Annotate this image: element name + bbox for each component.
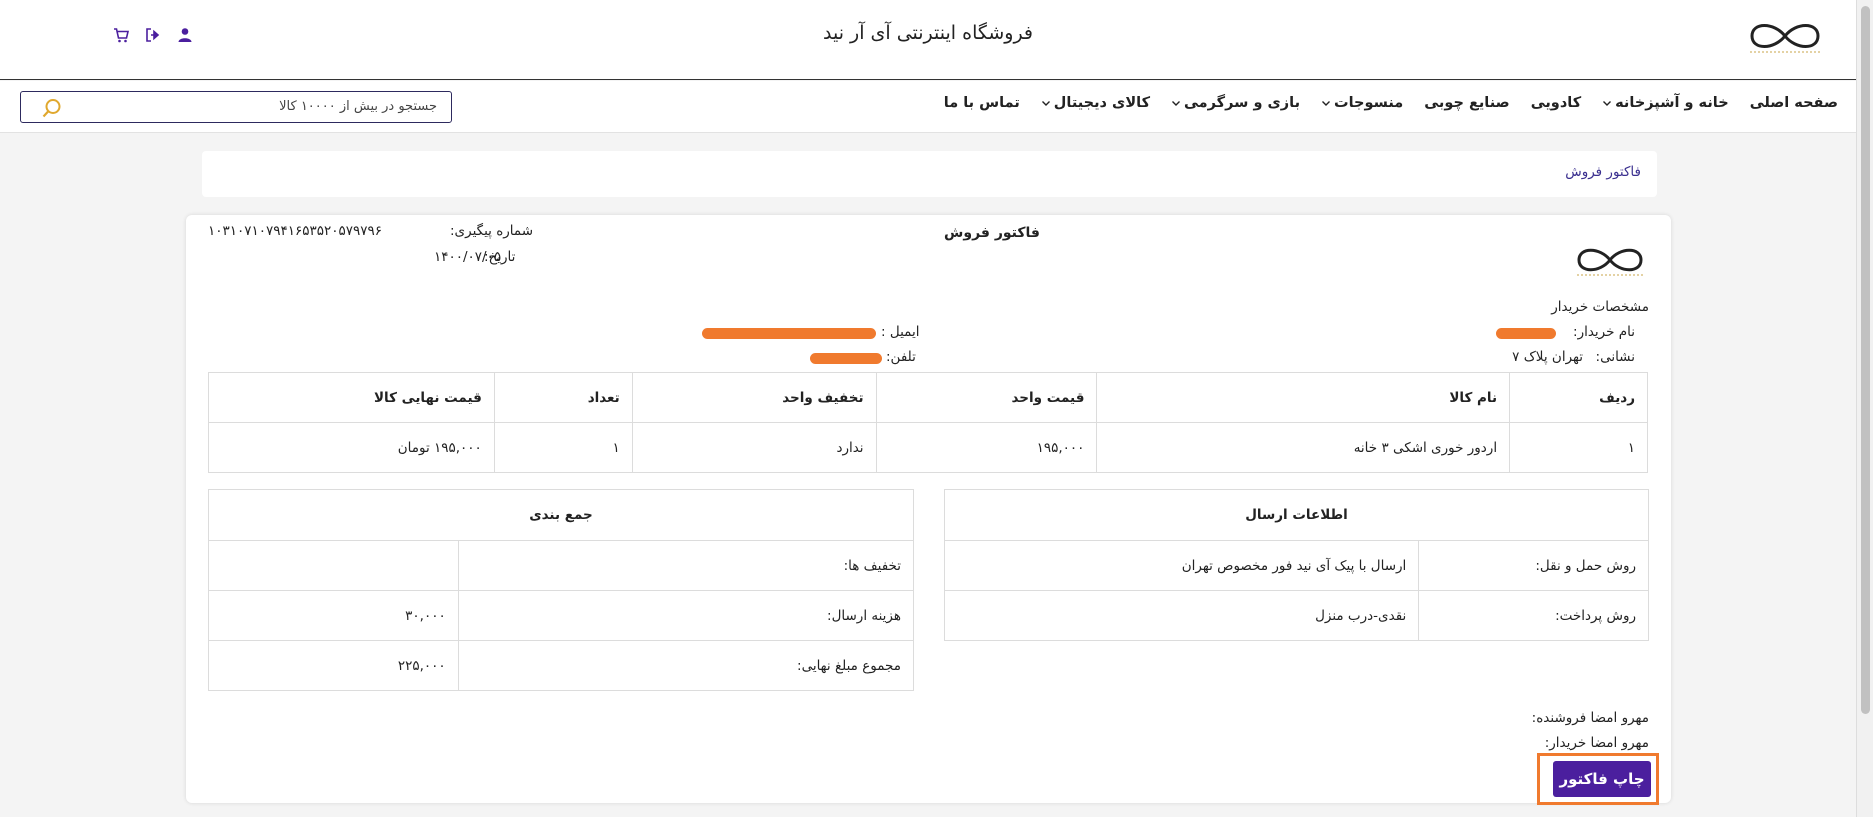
summary-table: جمع بندی تخفیف ها: هزینه ارسال: ۳۰,۰۰۰ م… bbox=[208, 489, 915, 691]
print-button-highlight: چاپ فاکتور bbox=[1537, 753, 1659, 805]
buyer-signature-label: مهرو امضا خریدار: bbox=[1544, 735, 1649, 751]
user-icon[interactable] bbox=[176, 26, 194, 44]
seller-signature-label: مهرو امضا فروشنده: bbox=[1531, 710, 1649, 726]
breadcrumb[interactable]: فاکتور فروش bbox=[1565, 164, 1641, 180]
col-quantity: تعداد bbox=[493, 372, 633, 423]
email-label: ایمیل : bbox=[881, 324, 920, 340]
redacted-buyer-name bbox=[1496, 328, 1556, 339]
scrollbar-thumb[interactable] bbox=[1861, 6, 1870, 714]
col-final-price: قیمت نهایی کالا bbox=[208, 372, 495, 423]
search-input[interactable] bbox=[87, 92, 437, 121]
shipping-cost-label: هزینه ارسال: bbox=[457, 590, 915, 641]
table-row: روش حمل و نقل: ارسال با پیک آی نید فور م… bbox=[943, 540, 1649, 591]
payment-method-value: نقدی-درب منزل bbox=[943, 590, 1420, 641]
tracking-number: ۱۰۳۱۰۷۱۰۷۹۴۱۶۵۳۵۲۰۵۷۹۷۹۶ bbox=[208, 223, 383, 239]
shipping-heading: اطلاعات ارسال bbox=[944, 489, 1649, 541]
discounts-value bbox=[208, 540, 459, 591]
table-row: مجموع مبلغ نهایی: ۲۲۵,۰۰۰ bbox=[208, 640, 915, 691]
nav-item-gifts[interactable]: کادویی bbox=[1531, 95, 1581, 111]
nav-item-woodwork[interactable]: صنایع چوبی bbox=[1424, 95, 1509, 111]
chevron-down-icon bbox=[1603, 101, 1612, 106]
breadcrumb-card: فاکتور فروش bbox=[202, 151, 1657, 197]
discounts-label: تخفیف ها: bbox=[457, 540, 915, 591]
nav-item-home[interactable]: صفحه اصلی bbox=[1750, 95, 1838, 111]
search-icon[interactable] bbox=[41, 97, 63, 119]
buyer-name-label: نام خریدار: bbox=[1573, 324, 1635, 340]
table-row: تخفیف ها: bbox=[208, 540, 915, 591]
col-row-number: ردیف bbox=[1509, 372, 1648, 423]
logout-icon[interactable] bbox=[144, 26, 162, 44]
redacted-email bbox=[702, 328, 876, 339]
col-product-name: نام کالا bbox=[1096, 372, 1511, 423]
shipping-method-value: ارسال با پیک آی نید فور مخصوص تهران bbox=[943, 540, 1420, 591]
cell-unit-price: ۱۹۵,۰۰۰ bbox=[875, 422, 1098, 473]
chevron-down-icon bbox=[1322, 101, 1331, 106]
page-scrollbar[interactable] bbox=[1856, 0, 1873, 817]
search-box bbox=[20, 91, 452, 123]
tracking-label: شماره پیگیری: bbox=[450, 223, 534, 239]
items-header-row: ردیف نام کالا قیمت واحد تخفیف واحد تعداد… bbox=[208, 372, 1648, 423]
items-table: ردیف نام کالا قیمت واحد تخفیف واحد تعداد… bbox=[208, 372, 1648, 473]
cell-final-price: ۱۹۵,۰۰۰ تومان bbox=[208, 422, 495, 473]
payment-method-label: روش پرداخت: bbox=[1418, 590, 1649, 641]
nav-item-games[interactable]: بازی و سرگرمی bbox=[1171, 95, 1300, 111]
nav-item-contact[interactable]: تماس با ما bbox=[944, 95, 1020, 111]
chevron-down-icon bbox=[1041, 101, 1050, 106]
table-row: هزینه ارسال: ۳۰,۰۰۰ bbox=[208, 590, 915, 641]
nav-item-digital[interactable]: کالای دیجیتال bbox=[1041, 95, 1150, 111]
shipping-cost-value: ۳۰,۰۰۰ bbox=[208, 590, 459, 641]
site-header: فروشگاه اینترنتی آی آر نید bbox=[0, 0, 1856, 80]
cart-icon[interactable] bbox=[112, 26, 130, 44]
address-value: تهران پلاک ۷ bbox=[1512, 349, 1583, 365]
shipping-method-label: روش حمل و نقل: bbox=[1418, 540, 1649, 591]
cell-product-name: اردور خوری اشکی ۳ خانه bbox=[1096, 422, 1511, 473]
date-value: ۱۴۰۰/۰۷/۰۵ bbox=[434, 249, 502, 265]
phone-label: تلفن: bbox=[886, 349, 916, 365]
site-title: فروشگاه اینترنتی آی آر نید bbox=[822, 22, 1034, 44]
address-label: نشانی: bbox=[1595, 349, 1635, 365]
cell-quantity: ۱ bbox=[493, 422, 633, 473]
col-unit-price: قیمت واحد bbox=[875, 372, 1098, 423]
invoice-title: فاکتور فروش bbox=[944, 225, 1040, 241]
print-invoice-button[interactable]: چاپ فاکتور bbox=[1553, 761, 1651, 797]
table-row: روش پرداخت: نقدی-درب منزل bbox=[943, 590, 1649, 641]
header-icons bbox=[112, 26, 194, 44]
invoice-card: فاکتور فروش شماره پیگیری: ۱۰۳۱۰۷۱۰۷۹۴۱۶۵… bbox=[186, 215, 1671, 805]
table-row: ۱ اردور خوری اشکی ۳ خانه ۱۹۵,۰۰۰ ندارد ۱… bbox=[208, 422, 1648, 473]
shipping-table: اطلاعات ارسال روش حمل و نقل: ارسال با پی… bbox=[943, 489, 1649, 641]
nav-item-textiles[interactable]: منسوجات bbox=[1321, 95, 1403, 111]
main-nav: صفحه اصلی خانه و آشپزخانه کادویی صنایع چ… bbox=[0, 81, 1856, 133]
chevron-down-icon bbox=[1172, 101, 1181, 106]
cell-unit-discount: ندارد bbox=[631, 422, 877, 473]
total-value: ۲۲۵,۰۰۰ bbox=[208, 640, 459, 691]
invoice-logo bbox=[1577, 248, 1643, 276]
summary-heading: جمع بندی bbox=[208, 489, 914, 541]
col-unit-discount: تخفیف واحد bbox=[631, 372, 877, 423]
cell-row-number: ۱ bbox=[1509, 422, 1648, 473]
buyer-heading: مشخصات خریدار bbox=[1551, 299, 1649, 315]
total-label: مجموع مبلغ نهایی: bbox=[457, 640, 915, 691]
nav-menu: صفحه اصلی خانه و آشپزخانه کادویی صنایع چ… bbox=[944, 95, 1838, 111]
redacted-phone bbox=[810, 353, 882, 364]
nav-item-home-kitchen[interactable]: خانه و آشپزخانه bbox=[1602, 95, 1729, 111]
